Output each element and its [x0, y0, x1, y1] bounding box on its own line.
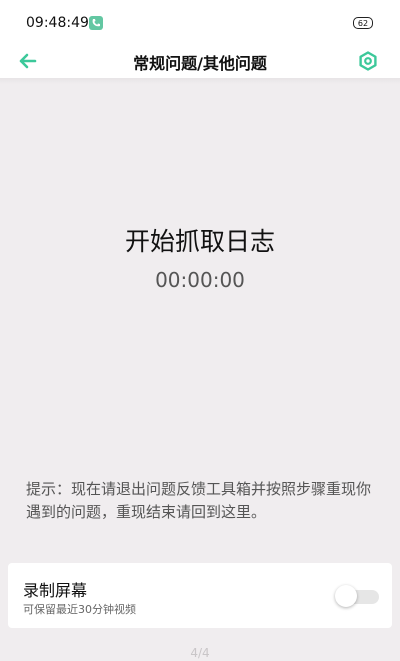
record-screen-title: 录制屏幕 — [23, 581, 88, 600]
header-divider — [0, 78, 400, 84]
record-screen-toggle[interactable] — [335, 585, 381, 607]
toggle-knob — [335, 585, 357, 607]
battery-icon: 62 — [353, 17, 373, 29]
start-log-capture-button[interactable]: 开始抓取日志 — [0, 222, 400, 258]
settings-button[interactable] — [354, 47, 382, 75]
status-bar: 09:48:49 62 — [0, 0, 400, 44]
record-screen-subtitle: 可保留最近30分钟视频 — [23, 603, 136, 616]
hint-text: 提示：现在请退出问题反馈工具箱并按照步骤重现你遇到的问题，重现结束请回到这里。 — [26, 480, 372, 521]
page-indicator: 4/4 — [190, 646, 210, 660]
page-title: 常规问题/其他问题 — [133, 54, 267, 73]
hexagon-settings-icon — [359, 51, 377, 71]
status-time: 09:48:49 — [26, 15, 89, 31]
title-bar: 常规问题/其他问题 — [0, 44, 400, 78]
record-screen-card: 录制屏幕 可保留最近30分钟视频 — [8, 563, 392, 628]
capture-timer: 00:00:00 — [155, 268, 245, 292]
phone-icon — [89, 16, 103, 30]
